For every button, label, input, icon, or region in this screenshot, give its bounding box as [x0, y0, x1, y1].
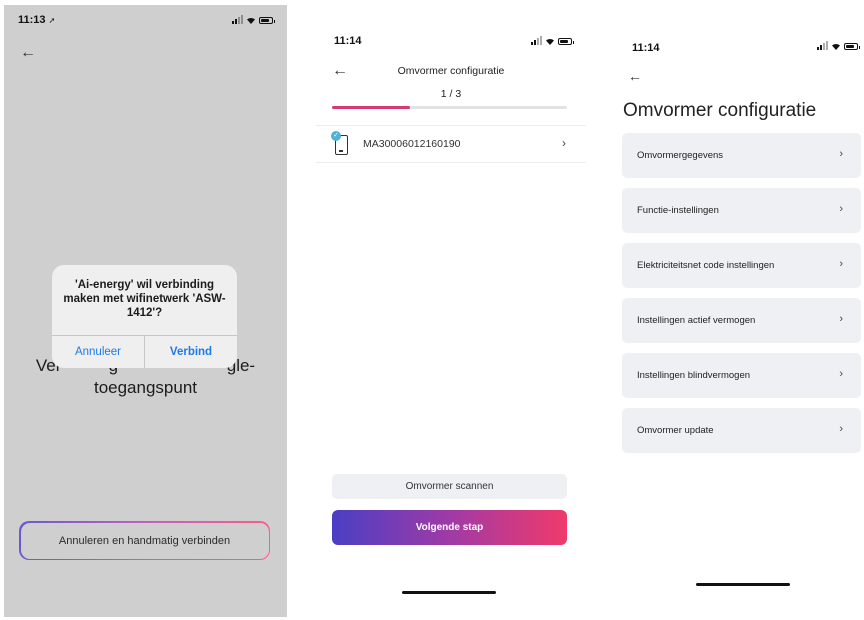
- manual-connect-button[interactable]: Annuleren en handmatig verbinden: [19, 521, 270, 560]
- check-icon: ✓: [331, 131, 341, 141]
- next-step-button[interactable]: Volgende stap: [332, 510, 567, 545]
- status-bar: 11:14: [316, 25, 586, 49]
- home-indicator: [696, 583, 790, 586]
- alert-cancel-button[interactable]: Annuleer: [52, 336, 144, 368]
- menu-item-label: Functie-instellingen: [637, 205, 719, 216]
- page-title: Omvormer configuratie: [623, 100, 817, 121]
- home-indicator: [402, 591, 496, 594]
- status-bar: 11:14: [608, 30, 864, 54]
- page-title: Omvormer configuratie: [397, 65, 505, 77]
- status-icons: [531, 36, 574, 45]
- battery-icon: [259, 17, 275, 24]
- status-icons: [232, 15, 275, 24]
- status-icons: [817, 41, 860, 50]
- chevron-right-icon: ›: [839, 258, 843, 270]
- progress-bar: [332, 106, 567, 109]
- menu-item-grid-code-settings[interactable]: Elektriciteitsnet code instellingen ›: [622, 243, 861, 288]
- chevron-right-icon: ›: [839, 313, 843, 325]
- menu-item-label: Instellingen blindvermogen: [637, 370, 751, 381]
- chevron-right-icon: ›: [839, 148, 843, 160]
- inverter-config-step-screen: 11:14 ← Omvormer configuratie 1 / 3 ✓ MA…: [316, 25, 586, 620]
- back-arrow-icon[interactable]: ←: [628, 69, 642, 83]
- status-bar: 11:13 ➚: [4, 5, 287, 29]
- chevron-right-icon: ›: [562, 136, 566, 150]
- signal-icon: [232, 15, 243, 24]
- alert-message: 'Ai-energy' wil verbinding maken met wif…: [63, 279, 226, 319]
- menu-item-function-settings[interactable]: Functie-instellingen ›: [622, 188, 861, 233]
- wifi-icon: [246, 16, 256, 24]
- signal-icon: [531, 36, 542, 45]
- step-indicator: 1 / 3: [440, 88, 462, 100]
- menu-item-label: Elektriciteitsnet code instellingen: [637, 260, 775, 271]
- chevron-right-icon: ›: [839, 203, 843, 215]
- menu-item-inverter-update[interactable]: Omvormer update ›: [622, 408, 861, 453]
- wifi-join-alert: 'Ai-energy' wil verbinding maken met wif…: [52, 265, 237, 368]
- menu-item-inverter-data[interactable]: Omvormergegevens ›: [622, 133, 861, 178]
- menu-item-active-power-settings[interactable]: Instellingen actief vermogen ›: [622, 298, 861, 343]
- back-arrow-icon[interactable]: ←: [20, 45, 36, 61]
- battery-icon: [558, 38, 574, 45]
- manual-connect-label: Annuleren en handmatig verbinden: [20, 522, 269, 559]
- signal-icon: [817, 41, 828, 50]
- wifi-connect-screen: 11:13 ➚ ← Ver g gle- toegangspunt 'Ai-en…: [4, 5, 287, 617]
- battery-icon: [844, 43, 860, 50]
- chevron-right-icon: ›: [839, 423, 843, 435]
- menu-item-label: Omvormergegevens: [637, 150, 724, 161]
- alert-buttons: Annuleer Verbind: [52, 335, 237, 368]
- menu-item-label: Omvormer update: [637, 425, 714, 436]
- alert-connect-button[interactable]: Verbind: [144, 336, 237, 368]
- device-serial: MA30006012160190: [363, 138, 461, 150]
- progress-fill: [332, 106, 411, 109]
- status-time: 11:14: [632, 42, 660, 54]
- wifi-icon: [545, 37, 555, 45]
- menu-item-label: Instellingen actief vermogen: [637, 315, 756, 326]
- chevron-right-icon: ›: [839, 368, 843, 380]
- device-list-item[interactable]: ✓ MA30006012160190 ›: [316, 125, 586, 163]
- menu-item-reactive-power-settings[interactable]: Instellingen blindvermogen ›: [622, 353, 861, 398]
- status-time: 11:13 ➚: [18, 14, 56, 26]
- scan-inverter-button[interactable]: Omvormer scannen: [332, 474, 567, 499]
- inverter-config-menu-screen: 11:14 ← Omvormer configuratie Omvormerge…: [608, 30, 864, 620]
- wifi-icon: [831, 42, 841, 50]
- status-time: 11:14: [334, 35, 362, 47]
